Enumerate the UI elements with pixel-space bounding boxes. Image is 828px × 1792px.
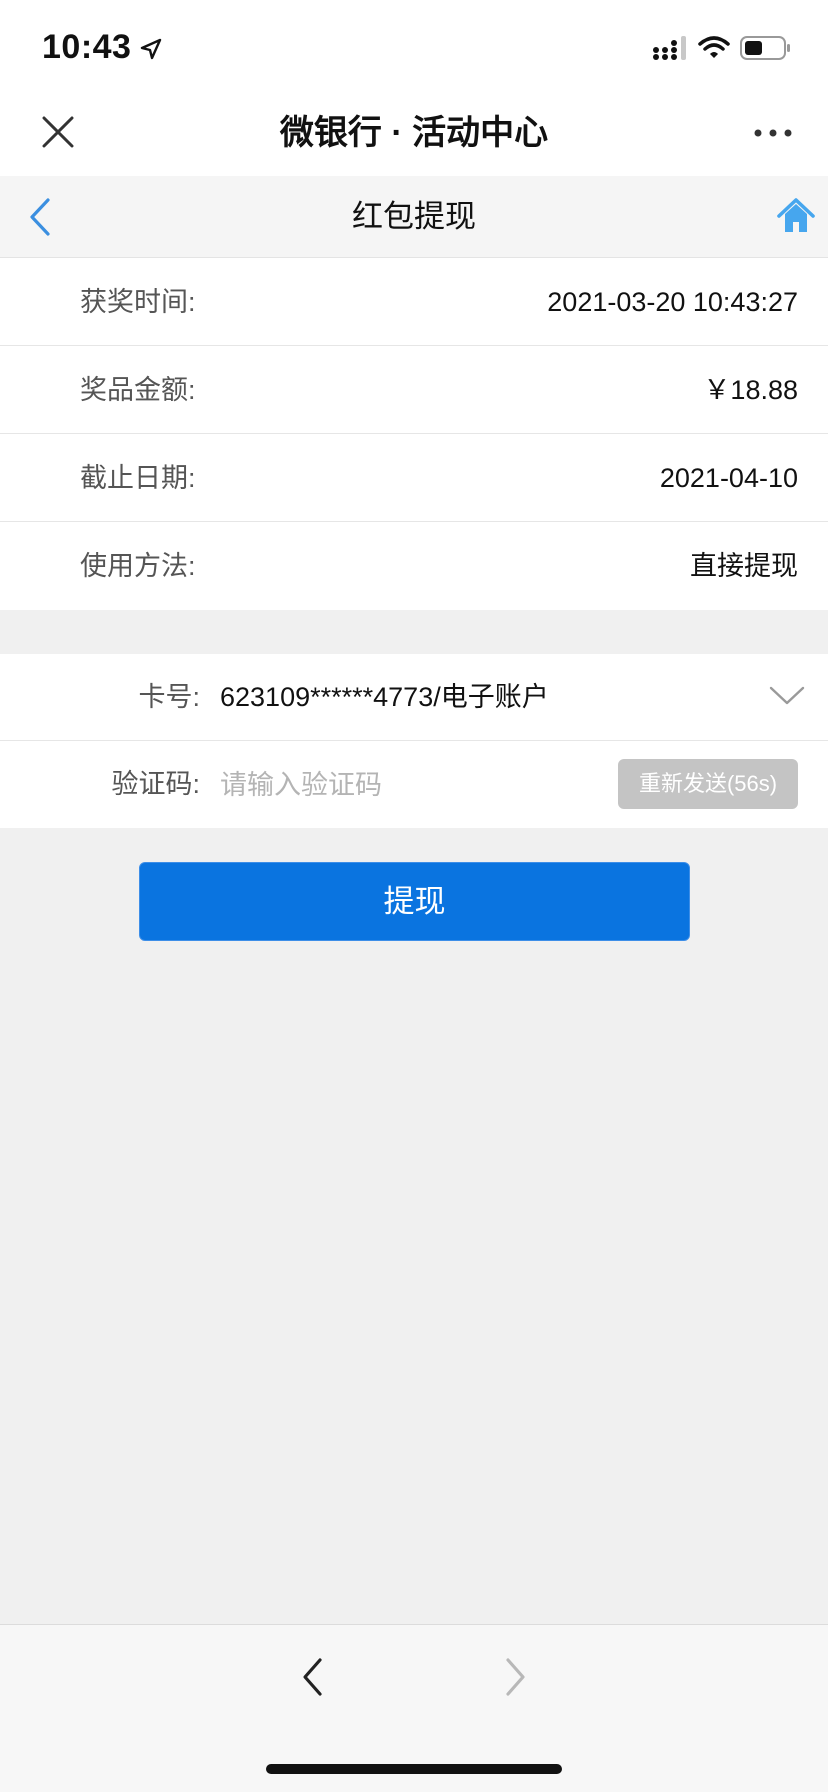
withdraw-button[interactable]: 提现	[139, 862, 690, 941]
chevron-left-icon[interactable]	[298, 1655, 328, 1699]
prize-info-list: 获奖时间: 2021-03-20 10:43:27 奖品金额: ￥18.88 截…	[0, 258, 828, 610]
verification-code-input[interactable]	[220, 759, 600, 811]
info-value: 直接提现	[690, 551, 798, 581]
info-row-deadline: 截止日期: 2021-04-10	[0, 434, 828, 522]
code-label: 验证码:	[111, 769, 200, 799]
more-icon[interactable]	[752, 120, 794, 146]
section-title: 红包提现	[352, 199, 476, 234]
chevron-left-icon[interactable]	[26, 196, 56, 238]
resend-code-button[interactable]: 重新发送(56s)	[618, 759, 798, 809]
info-value: 2021-04-10	[659, 463, 798, 493]
info-row-prize-amount: 奖品金额: ￥18.88	[0, 346, 828, 434]
verification-code-row: 验证码: 重新发送(56s)	[0, 741, 828, 828]
info-value: 2021-03-20 10:43:27	[547, 287, 798, 317]
info-label: 奖品金额:	[80, 375, 196, 405]
home-icon[interactable]	[776, 196, 816, 236]
status-bar: 10:43	[0, 0, 828, 90]
info-label: 获奖时间:	[80, 287, 196, 317]
cellular-signal-icon	[653, 36, 686, 60]
nav-bar: 微银行 · 活动中心	[0, 90, 828, 176]
status-time: 10:43	[42, 28, 132, 66]
close-icon[interactable]	[38, 112, 78, 152]
page-title: 微银行 · 活动中心	[279, 114, 549, 152]
info-label: 截止日期:	[80, 463, 196, 493]
wifi-icon	[698, 36, 730, 58]
info-label: 使用方法:	[80, 551, 196, 581]
withdraw-form: 卡号: 623109******4773/电子账户 验证码: 重新发送(56s)	[0, 654, 828, 828]
chevron-down-icon[interactable]	[768, 684, 806, 708]
card-select[interactable]: 卡号: 623109******4773/电子账户	[0, 654, 828, 741]
card-number[interactable]: 623109******4773/电子账户	[220, 654, 549, 741]
card-label: 卡号:	[138, 682, 200, 712]
info-row-award-time: 获奖时间: 2021-03-20 10:43:27	[0, 258, 828, 346]
sub-header: 红包提现	[0, 176, 828, 258]
info-value: ￥18.88	[703, 375, 798, 405]
chevron-right-icon[interactable]	[500, 1655, 530, 1699]
location-arrow-icon	[140, 38, 162, 60]
home-indicator	[266, 1764, 562, 1774]
info-row-usage-method: 使用方法: 直接提现	[0, 522, 828, 610]
battery-icon	[740, 36, 790, 60]
